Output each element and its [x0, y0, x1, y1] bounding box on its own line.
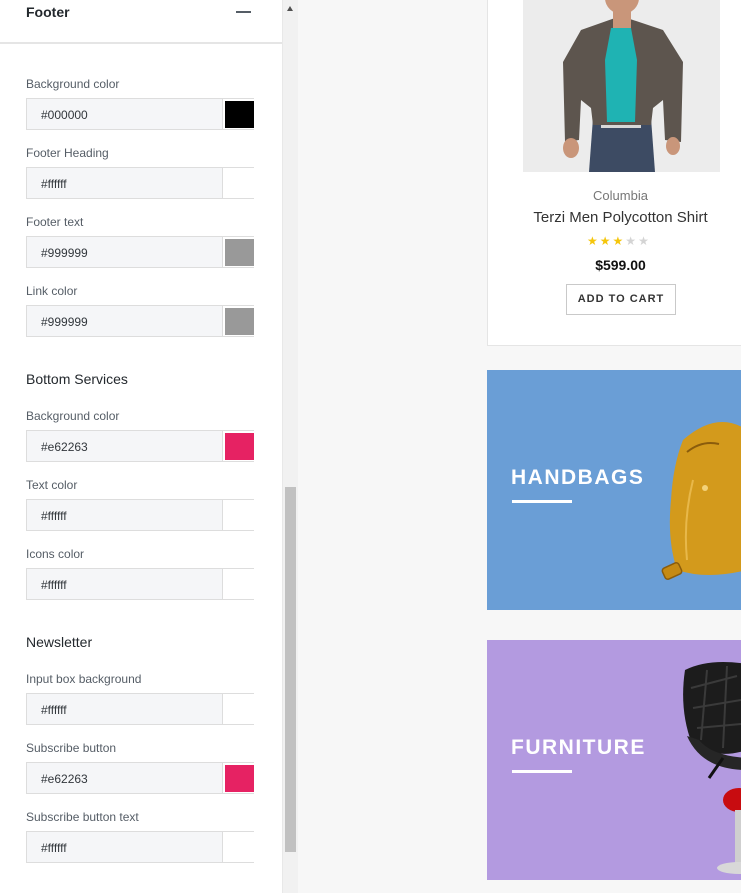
star-icon: ★ — [612, 234, 626, 248]
star-icon: ★ — [599, 234, 613, 248]
handbag-icon — [661, 422, 741, 581]
panel-header: Footer — [0, 0, 282, 44]
hex-value[interactable]: #ffffff — [41, 578, 67, 592]
swatch-button[interactable] — [222, 763, 255, 793]
section-title-newsletter: Newsletter — [26, 634, 93, 650]
hex-value[interactable]: #e62263 — [41, 772, 88, 786]
color-field-footer-heading[interactable]: #ffffff — [26, 167, 255, 199]
panel-title: Footer — [26, 4, 70, 20]
add-to-cart-button[interactable]: ADD TO CART — [566, 284, 676, 315]
color-swatch[interactable] — [225, 765, 254, 792]
swatch-button[interactable] — [222, 569, 255, 599]
section-title-bottom-services: Bottom Services — [26, 371, 128, 387]
field-label-icons-color: Icons color — [26, 547, 85, 561]
color-swatch[interactable] — [225, 696, 254, 723]
hex-value[interactable]: #ffffff — [41, 703, 67, 717]
color-swatch[interactable] — [225, 239, 254, 266]
scrollbar-thumb[interactable] — [285, 487, 296, 852]
color-field-subscribe-button[interactable]: #e62263 — [26, 762, 255, 794]
hex-value[interactable]: #ffffff — [41, 509, 67, 523]
color-field-link-color[interactable]: #999999 — [26, 305, 255, 337]
product-photo-man-jacket-icon — [523, 0, 720, 172]
scroll-up-arrow-icon[interactable] — [287, 6, 293, 11]
hex-value[interactable]: #ffffff — [41, 841, 67, 855]
field-label-background-color: Background color — [26, 409, 120, 423]
banner-furniture[interactable]: FURNITURE — [487, 640, 741, 880]
color-swatch[interactable] — [225, 834, 254, 861]
hex-value[interactable]: #999999 — [41, 246, 88, 260]
hex-value[interactable]: #999999 — [41, 315, 88, 329]
swatch-button[interactable] — [222, 694, 255, 724]
color-field-icons-color[interactable]: #ffffff — [26, 568, 255, 600]
product-price: $599.00 — [595, 257, 646, 273]
product-image[interactable] — [523, 0, 720, 172]
swatch-button[interactable] — [222, 431, 255, 461]
star-empty-icon: ★ — [638, 234, 651, 248]
color-field-background-color[interactable]: #000000 — [26, 98, 255, 130]
swatch-button[interactable] — [222, 168, 255, 198]
banner-underline — [512, 770, 572, 773]
swatch-button[interactable] — [222, 306, 255, 336]
product-rating: ★★★★★ — [587, 234, 651, 248]
color-field-input-box-background[interactable]: #ffffff — [26, 693, 255, 725]
banner-handbags[interactable]: HANDBAGS — [487, 370, 741, 610]
product-brand[interactable]: Columbia — [487, 188, 741, 203]
collapse-icon[interactable] — [236, 11, 251, 13]
panel-scrollbar[interactable] — [283, 0, 298, 893]
star-icon: ★ — [587, 234, 600, 248]
banner-title: FURNITURE — [511, 736, 646, 759]
hex-value[interactable]: #ffffff — [41, 177, 67, 191]
field-label-footer-text: Footer text — [26, 215, 84, 229]
color-swatch[interactable] — [225, 308, 254, 335]
color-field-services-background[interactable]: #e62263 — [26, 430, 255, 462]
field-label-input-box-background: Input box background — [26, 672, 142, 686]
product-name[interactable]: Terzi Men Polycotton Shirt — [487, 209, 741, 226]
swatch-button[interactable] — [222, 500, 255, 530]
color-field-subscribe-button-text[interactable]: #ffffff — [26, 831, 255, 863]
color-field-footer-text[interactable]: #999999 — [26, 236, 255, 268]
color-swatch[interactable] — [225, 170, 254, 197]
field-label-subscribe-button-text: Subscribe button text — [26, 810, 139, 824]
color-swatch[interactable] — [225, 101, 254, 128]
color-field-text-color[interactable]: #ffffff — [26, 499, 255, 531]
bar-stool-icon — [683, 662, 741, 874]
hex-value[interactable]: #000000 — [41, 108, 88, 122]
field-label-footer-heading: Footer Heading — [26, 146, 109, 160]
field-label-link-color: Link color — [26, 284, 78, 298]
swatch-button[interactable] — [222, 237, 255, 267]
color-swatch[interactable] — [225, 571, 254, 598]
field-label-background-color: Background color — [26, 77, 120, 91]
field-label-subscribe-button: Subscribe button — [26, 741, 117, 755]
swatch-button[interactable] — [222, 99, 255, 129]
field-label-text-color: Text color — [26, 478, 78, 492]
swatch-button[interactable] — [222, 832, 255, 862]
color-swatch[interactable] — [225, 502, 254, 529]
star-empty-icon: ★ — [625, 234, 639, 248]
banner-title: HANDBAGS — [511, 466, 645, 489]
hex-value[interactable]: #e62263 — [41, 440, 88, 454]
customizer-panel: Footer Background color #000000 Footer H… — [0, 0, 283, 893]
color-swatch[interactable] — [225, 433, 254, 460]
banner-underline — [512, 500, 572, 503]
